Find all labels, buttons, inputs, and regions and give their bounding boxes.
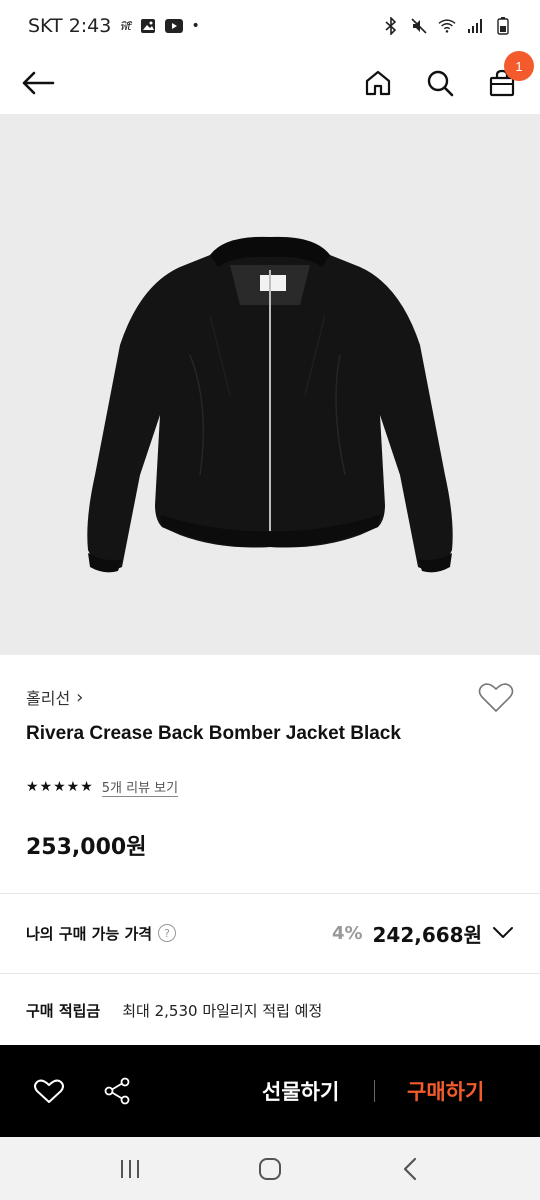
home-icon [365,70,391,96]
home-system-button[interactable] [250,1149,290,1189]
points-label: 구매 적립금 [26,1001,101,1020]
product-image[interactable] [0,114,540,655]
recent-apps-icon [121,1159,139,1178]
recent-apps-button[interactable] [110,1149,150,1189]
chevron-left-icon [403,1157,417,1180]
cart-count-badge: 1 [504,51,534,81]
bottom-bar-separator [374,1080,375,1102]
buy-button[interactable]: 구매하기 [407,1076,484,1106]
chevron-down-icon[interactable] [492,926,514,940]
brand-link[interactable]: 홀리선 › [26,685,83,709]
status-right [382,17,512,35]
back-button[interactable] [18,63,58,103]
star-rating: ★★★★★ [26,779,94,795]
status-bar: SKT 2:43 ฟิtิ • [0,0,540,52]
bomber-jacket-image [87,236,453,572]
gift-button[interactable]: 선물하기 [262,1076,339,1106]
system-nav-bar [0,1137,540,1200]
help-icon[interactable]: ? [158,924,177,942]
notification-dot: • [191,18,200,34]
wishlist-button[interactable] [478,681,518,717]
status-time: SKT 2:43 [28,15,112,37]
youtube-icon [165,17,184,35]
app-mini-icon: ฟิtิ [119,20,132,33]
heart-icon [34,1079,64,1103]
mute-icon [410,17,428,35]
heart-icon [478,683,514,712]
chevron-right-icon: › [76,686,84,708]
available-price-label: 나의 구매 가능 가격 [26,924,153,943]
nav-actions: 1 [358,51,534,103]
home-button[interactable] [358,63,398,103]
available-price-value-group: 4% 242,668원 [332,919,514,948]
review-link[interactable]: 5개 리뷰 보기 [101,777,179,797]
product-price: 253,000원 [26,835,147,860]
wishlist-bottom-button[interactable] [32,1074,66,1108]
battery-icon [494,17,512,35]
search-button[interactable] [420,63,460,103]
available-price-label-group: 나의 구매 가능 가격 ? [26,923,177,944]
points-text: 최대 2,530 마일리지 적립 예정 [122,1001,323,1020]
rating-row: ★★★★★ 5개 리뷰 보기 [26,777,179,797]
bottom-action-bar: 선물하기 구매하기 [0,1045,540,1137]
cart-button[interactable]: 1 [482,51,534,103]
available-price-value: 242,668원 [372,922,483,947]
wifi-icon [438,17,456,35]
product-name: Rivera Crease Back Bomber Jacket Black [26,723,401,744]
search-icon [427,70,454,97]
share-button[interactable] [100,1074,134,1108]
share-icon [104,1077,130,1105]
top-nav: 1 [0,51,540,114]
available-price-row[interactable]: 나의 구매 가능 가격 ? 4% 242,668원 [0,893,540,973]
back-system-button[interactable] [390,1149,430,1189]
home-circle-icon [259,1157,281,1180]
bluetooth-icon [382,17,400,35]
points-row: 구매 적립금 최대 2,530 마일리지 적립 예정 [0,973,540,1047]
status-left: SKT 2:43 ฟิtิ • [28,15,200,37]
signal-icon [466,17,484,35]
brand-name: 홀리선 [26,689,71,708]
discount-rate: 4% [331,922,363,944]
back-arrow-icon [22,71,55,95]
gallery-icon [139,17,157,35]
